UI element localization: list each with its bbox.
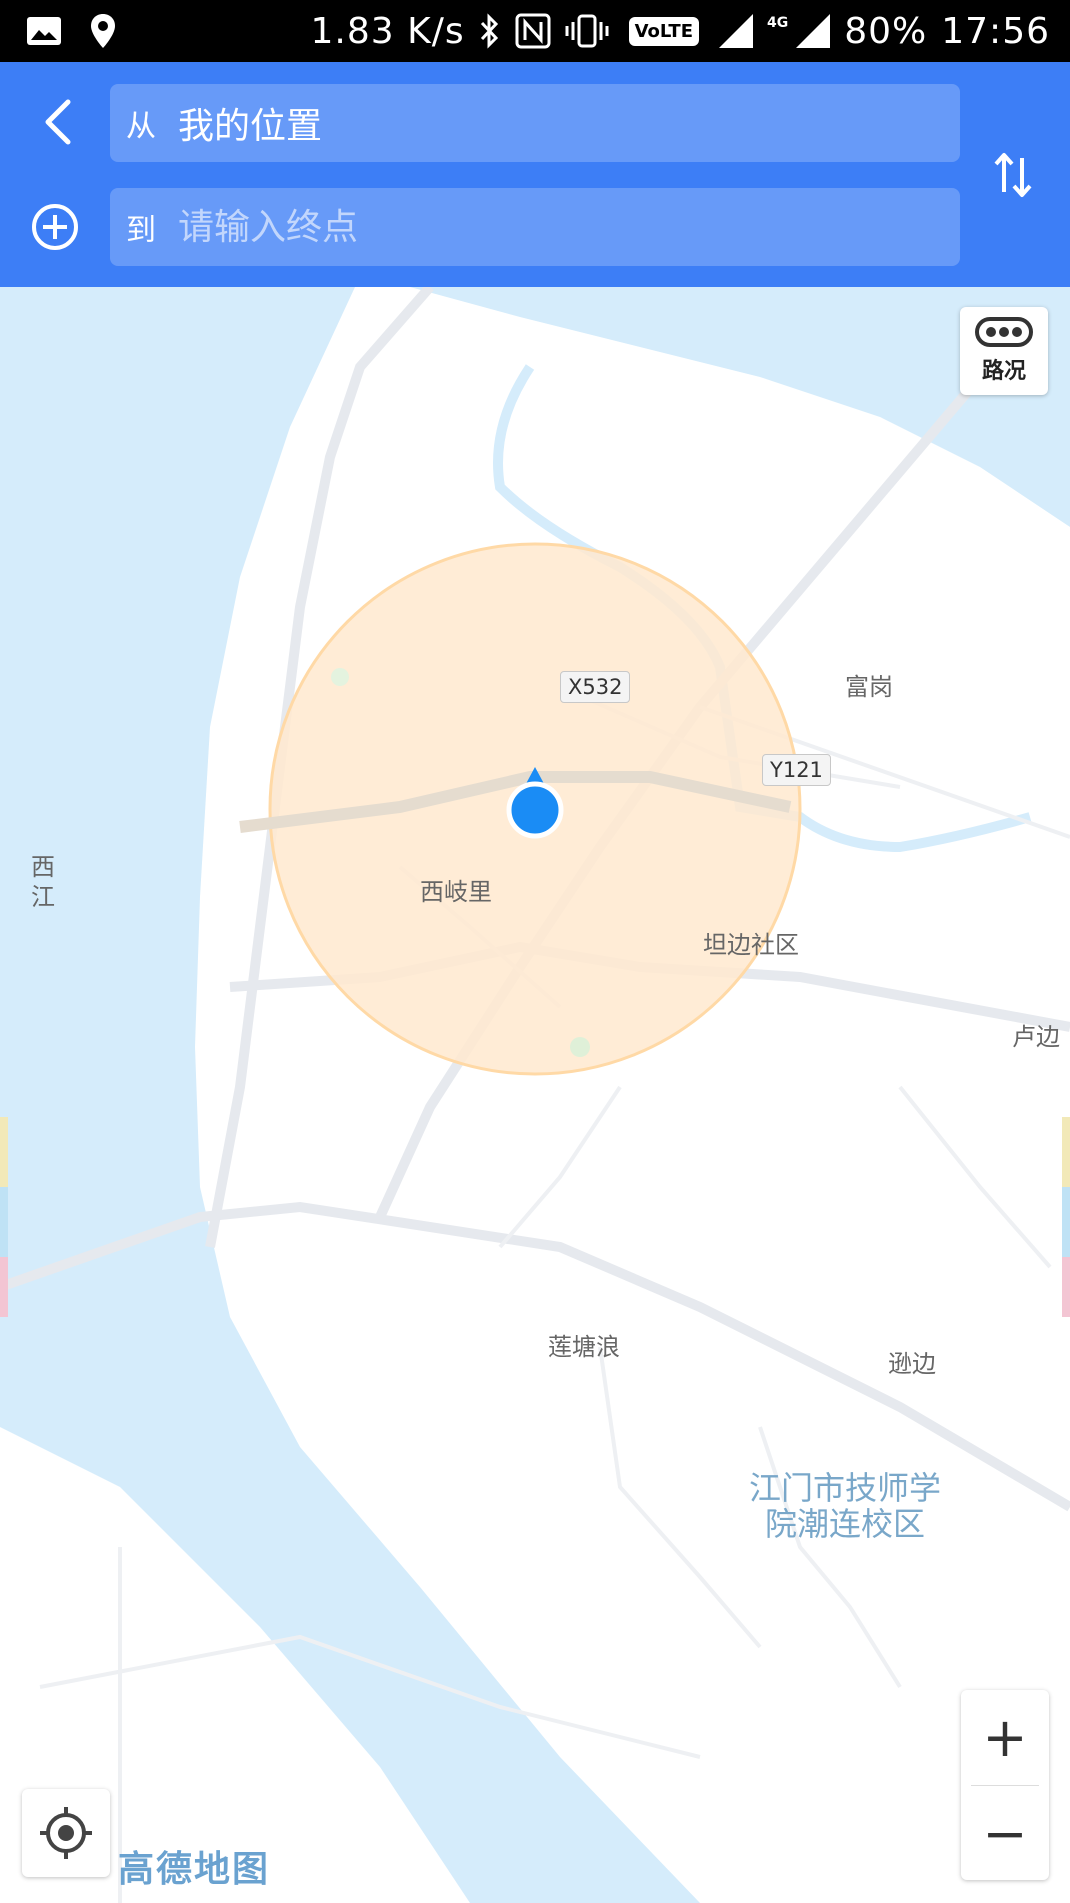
map-label-xunbian: 逊边 — [888, 1350, 936, 1378]
clock: 17:56 — [941, 10, 1050, 52]
origin-field[interactable]: 从 我的位置 — [110, 84, 960, 162]
map-label-xiqili: 西岐里 — [420, 878, 492, 906]
traffic-light-icon — [975, 317, 1033, 347]
destination-prefix: 到 — [126, 213, 156, 248]
map-view[interactable]: 西 江 富岗 西岐里 坦边社区 卢边 莲塘浪 逊边 江门市技师学 院潮连校区 X… — [0, 287, 1070, 1903]
battery-level: 80% — [844, 10, 928, 52]
amap-logo: 高德地图 — [118, 1849, 271, 1890]
destination-input[interactable] — [178, 206, 878, 248]
map-label-xijiang: 西 江 — [31, 853, 55, 911]
location-pin-icon — [91, 14, 115, 48]
map-label-school: 江门市技师学 院潮连校区 — [748, 1469, 941, 1543]
back-button[interactable] — [32, 92, 82, 152]
add-waypoint-button[interactable] — [28, 200, 82, 254]
map-label-fugang: 富岗 — [845, 673, 893, 701]
zoom-in-button[interactable]: + — [961, 1690, 1049, 1785]
traffic-toggle-button[interactable]: 路况 — [960, 307, 1048, 395]
signal-icon — [719, 14, 753, 48]
plus-circle-icon — [32, 204, 78, 250]
zoom-controls: + − — [961, 1690, 1049, 1880]
bluetooth-icon — [480, 13, 498, 49]
swap-route-button[interactable] — [990, 147, 1036, 203]
map-base — [0, 287, 1070, 1903]
gallery-icon — [27, 17, 61, 45]
swap-arrows-icon — [994, 153, 1032, 197]
network-speed: 1.83 K/s — [310, 10, 465, 52]
destination-field[interactable]: 到 — [110, 188, 960, 266]
map-label-lubian: 卢边 — [1012, 1023, 1060, 1051]
road-tag-x532: X532 — [560, 671, 631, 703]
locate-me-button[interactable] — [22, 1789, 110, 1877]
origin-value[interactable]: 我的位置 — [178, 97, 322, 149]
zoom-out-button[interactable]: − — [961, 1786, 1049, 1881]
origin-prefix: 从 — [126, 109, 156, 144]
nfc-icon — [515, 13, 551, 49]
vibrate-icon — [565, 14, 609, 48]
volte-badge: VoLTE — [628, 16, 699, 46]
map-label-liantanglang: 莲塘浪 — [548, 1333, 620, 1361]
map-label-tanbian: 坦边社区 — [703, 931, 799, 959]
road-tag-y121: Y121 — [762, 754, 831, 786]
status-bar: 1.83 K/s VoLTE 4G 80% 17:56 — [0, 0, 1070, 62]
route-header: 从 我的位置 到 — [0, 62, 1070, 287]
network-type: 4G — [767, 14, 789, 31]
chevron-left-icon — [45, 99, 71, 145]
crosshair-icon — [40, 1807, 92, 1859]
signal-icon-2 — [796, 14, 831, 48]
traffic-label: 路况 — [981, 359, 1026, 384]
